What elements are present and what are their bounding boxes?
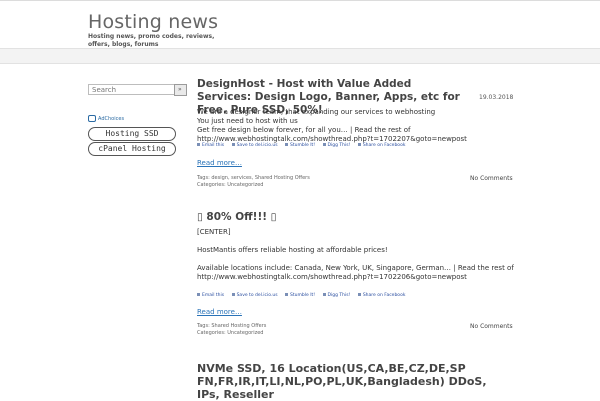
category-link[interactable]: Uncategorized [227,182,263,188]
share-stumble-link[interactable]: Stumble It! [285,143,315,148]
stumble-icon [285,293,289,296]
post-body-line: You just need to host with us [197,117,298,125]
nav-bar [0,48,600,64]
ad-button-cpanel-hosting[interactable]: cPanel Hosting [88,142,176,156]
ad-button-hosting-ssd[interactable]: Hosting SSD [88,127,176,141]
adchoices-icon [88,115,96,122]
delicious-icon [231,143,235,146]
digg-icon [322,293,326,296]
share-row: Email this Save to del.icio.us Stumble I… [197,143,411,148]
share-delicious-link[interactable]: Save to del.icio.us [231,293,278,298]
site-description: Hosting news, promo codes, reviews, offe… [88,33,215,48]
facebook-icon [357,293,361,296]
adchoices-link[interactable]: AdChoices [88,115,124,122]
search-input[interactable] [88,84,176,95]
post-meta: Tags: Shared Hosting Offers Categories: … [197,323,266,336]
stumble-icon [285,143,289,146]
email-icon [197,143,200,146]
post: ▯ 80% Off!!! ▯ [CENTER] HostMantis offer… [197,211,515,336]
comments-link[interactable]: No Comments [470,175,513,182]
share-row: Email this Save to del.icio.us Stumble I… [197,293,411,298]
tags-links[interactable]: Shared Hosting Offers [211,323,266,329]
share-stumble-link[interactable]: Stumble It! [285,293,315,298]
post-body-line: Get free design below forever, for all y… [197,126,467,143]
post-meta: Tags: design, services, Shared Hosting O… [197,175,310,188]
share-digg-link[interactable]: Digg This! [322,143,350,148]
categories-label: Categories: [197,181,226,188]
share-email-link[interactable]: Email this [197,143,224,148]
post-body-line: We are a designer team, that expanding o… [197,108,436,116]
digg-icon [322,143,326,146]
site-title[interactable]: Hosting news [88,11,218,33]
site-header: Hosting news Hosting news, promo codes, … [0,0,600,48]
share-email-link[interactable]: Email this [197,293,224,298]
comments-link[interactable]: No Comments [470,323,513,330]
post-body-line: HostMantis offers reliable hosting at af… [197,246,388,254]
post: DesignHost - Host with Value Added Servi… [197,78,515,188]
read-more-link[interactable]: Read more… [197,308,242,316]
share-facebook-link[interactable]: Share on Facebook [357,293,405,298]
share-delicious-link[interactable]: Save to del.icio.us [231,143,278,148]
tags-label: Tags: [197,323,210,329]
share-facebook-link[interactable]: Share on Facebook [357,143,405,148]
share-digg-link[interactable]: Digg This! [322,293,350,298]
categories-label: Categories: [197,329,226,336]
category-link[interactable]: Uncategorized [227,330,263,336]
search-button[interactable]: » [174,84,187,96]
search-arrow-icon: » [178,86,182,93]
post-title[interactable]: NVMe SSD, 16 Location(US,CA,BE,CZ,DE,SP … [197,362,497,401]
email-icon [197,293,200,296]
post-body-line: [CENTER] [197,228,231,236]
adchoices-label: AdChoices [98,116,125,122]
delicious-icon [231,293,235,296]
tags-label: Tags: [197,175,210,181]
read-more-link[interactable]: Read more… [197,159,242,167]
facebook-icon [357,143,361,146]
post: NVMe SSD, 16 Location(US,CA,BE,CZ,DE,SP … [197,362,515,401]
tags-links[interactable]: design, services, Shared Hosting Offers [211,175,309,181]
post-title[interactable]: ▯ 80% Off!!! ▯ [197,211,515,224]
post-date: 19.03.2018 [479,94,514,101]
post-body-line: Available locations include: Canada, New… [197,264,514,281]
